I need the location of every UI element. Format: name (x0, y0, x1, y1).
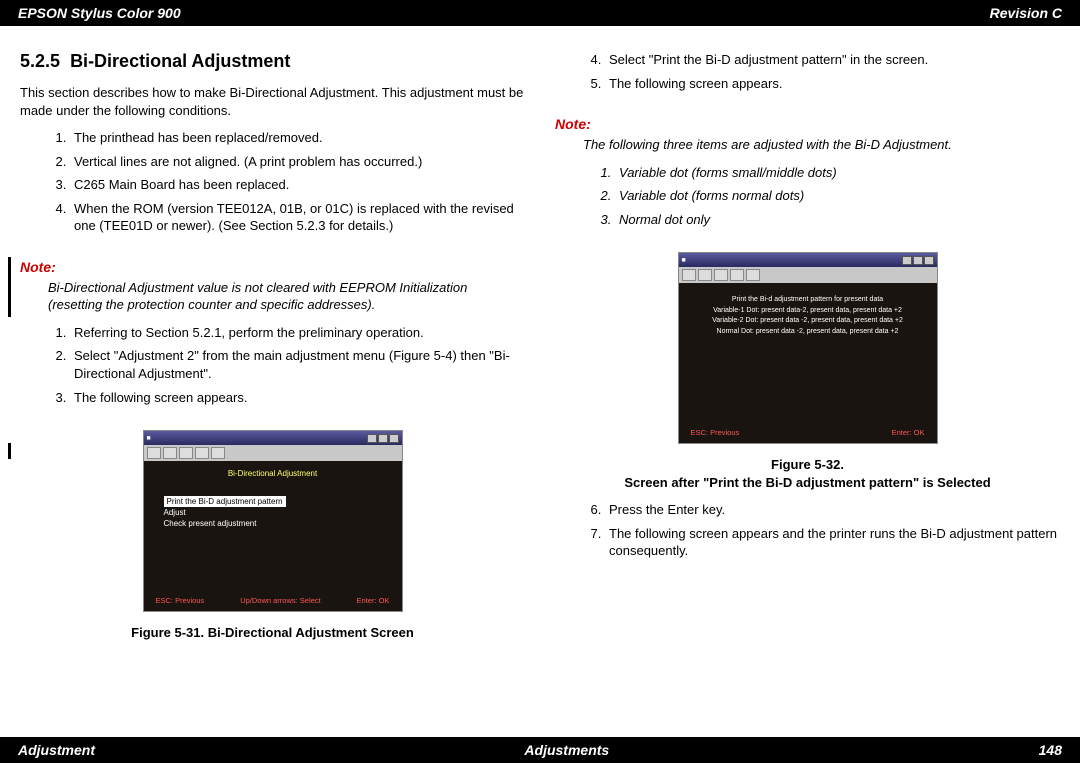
minimize-icon (367, 434, 377, 443)
esc-hint: ESC: Previous (691, 428, 740, 437)
window-title: ■ (682, 257, 686, 264)
revision-bar (8, 257, 11, 317)
pattern-text: Print the Bi-d adjustment pattern for pr… (691, 295, 925, 337)
section-number: 5.2.5 (20, 51, 60, 71)
conditions-list: The printhead has been replaced/removed.… (70, 129, 525, 241)
toolbar-icon (746, 269, 760, 281)
condition-item: C265 Main Board has been replaced. (70, 176, 525, 194)
step-item: Referring to Section 5.2.1, perform the … (70, 324, 525, 342)
figure-title: Screen after "Print the Bi-D adjustment … (624, 475, 990, 490)
arrows-hint: Up/Down arrows: Select (240, 596, 320, 605)
selected-option: Print the Bi-D adjustment pattern (164, 496, 286, 507)
condition-item: When the ROM (version TEE012A, 01B, or 0… (70, 200, 525, 235)
note-item: Variable dot (forms normal dots) (615, 187, 1060, 205)
left-column: 5.2.5 Bi-Directional Adjustment This sec… (20, 51, 525, 727)
revision-bar (8, 443, 11, 459)
window-toolbar (144, 445, 402, 461)
minimize-icon (902, 256, 912, 265)
condition-item: The printhead has been replaced/removed. (70, 129, 525, 147)
intro-paragraph: This section describes how to make Bi-Di… (20, 84, 525, 119)
screen-footer: ESC: Previous Up/Down arrows: Select Ent… (156, 596, 390, 605)
note-body: Bi-Directional Adjustment value is not c… (48, 279, 525, 314)
note-item: Normal dot only (615, 211, 1060, 229)
page: EPSON Stylus Color 900 Revision C 5.2.5 … (0, 0, 1080, 763)
step-item: Select "Adjustment 2" from the main adju… (70, 347, 525, 382)
figure-caption: Figure 5-32. Screen after "Print the Bi-… (555, 456, 1060, 491)
maximize-icon (913, 256, 923, 265)
enter-hint: Enter: OK (357, 596, 390, 605)
step-item: Select "Print the Bi-D adjustment patter… (605, 51, 1060, 69)
step-item: Press the Enter key. (605, 501, 1060, 519)
steps-list-continued: Select "Print the Bi-D adjustment patter… (605, 51, 1060, 98)
right-column: Select "Print the Bi-D adjustment patter… (555, 51, 1060, 727)
step-item: The following screen appears. (70, 389, 525, 407)
screen-footer: ESC: Previous Enter: OK (691, 428, 925, 437)
footer-center: Adjustments (524, 742, 609, 758)
close-icon (389, 434, 399, 443)
toolbar-icon (195, 447, 209, 459)
step-item: The following screen appears and the pri… (605, 525, 1060, 560)
maximize-icon (378, 434, 388, 443)
toolbar-icon (147, 447, 161, 459)
screenshot-figure-5-31: ■ Bi-Directional Adjustment (143, 430, 403, 612)
pattern-line: Variable-2 Dot: present data -2, present… (691, 316, 925, 327)
section-title-text: Bi-Directional Adjustment (70, 51, 290, 71)
toolbar-icon (211, 447, 225, 459)
screenshot-body: Print the Bi-d adjustment pattern for pr… (679, 283, 937, 443)
toolbar-icon (714, 269, 728, 281)
menu-option: Adjust (164, 507, 390, 518)
window-titlebar: ■ (144, 431, 402, 445)
pattern-line: Normal Dot: present data -2, present dat… (691, 327, 925, 338)
note-item: Variable dot (forms small/middle dots) (615, 164, 1060, 182)
window-title: ■ (147, 435, 151, 442)
toolbar-icon (163, 447, 177, 459)
note-label: Note: (555, 116, 1060, 132)
screen-title: Bi-Directional Adjustment (156, 469, 390, 478)
section-heading: 5.2.5 Bi-Directional Adjustment (20, 51, 525, 72)
page-header: EPSON Stylus Color 900 Revision C (0, 0, 1080, 26)
figure-number: Figure 5-32. (771, 457, 844, 472)
header-right: Revision C (990, 5, 1062, 21)
esc-hint: ESC: Previous (156, 596, 205, 605)
menu-option: Check present adjustment (164, 518, 390, 529)
window-toolbar (679, 267, 937, 283)
footer-right: 148 (1039, 742, 1062, 758)
note-items-list: Variable dot (forms small/middle dots) V… (615, 164, 1060, 235)
condition-item: Vertical lines are not aligned. (A print… (70, 153, 525, 171)
figure-caption: Figure 5-31. Bi-Directional Adjustment S… (20, 624, 525, 642)
header-left: EPSON Stylus Color 900 (18, 5, 181, 21)
note-intro: The following three items are adjusted w… (583, 136, 1060, 154)
close-icon (924, 256, 934, 265)
content-area: 5.2.5 Bi-Directional Adjustment This sec… (0, 26, 1080, 737)
toolbar-icon (698, 269, 712, 281)
screenshot-body: Bi-Directional Adjustment Print the Bi-D… (144, 461, 402, 611)
steps-list: Referring to Section 5.2.1, perform the … (70, 324, 525, 412)
pattern-line: Variable-1 Dot: present data-2, present … (691, 306, 925, 317)
window-titlebar: ■ (679, 253, 937, 267)
footer-left: Adjustment (18, 742, 95, 758)
toolbar-icon (730, 269, 744, 281)
screenshot-figure-5-32: ■ Print the Bi-d adjustme (678, 252, 938, 444)
toolbar-icon (179, 447, 193, 459)
page-footer: Adjustment Adjustments 148 (0, 737, 1080, 763)
step-item: The following screen appears. (605, 75, 1060, 93)
enter-hint: Enter: OK (892, 428, 925, 437)
pattern-line: Print the Bi-d adjustment pattern for pr… (691, 295, 925, 306)
toolbar-icon (682, 269, 696, 281)
note-label: Note: (20, 259, 525, 275)
steps-list-continued: Press the Enter key. The following scree… (605, 501, 1060, 566)
